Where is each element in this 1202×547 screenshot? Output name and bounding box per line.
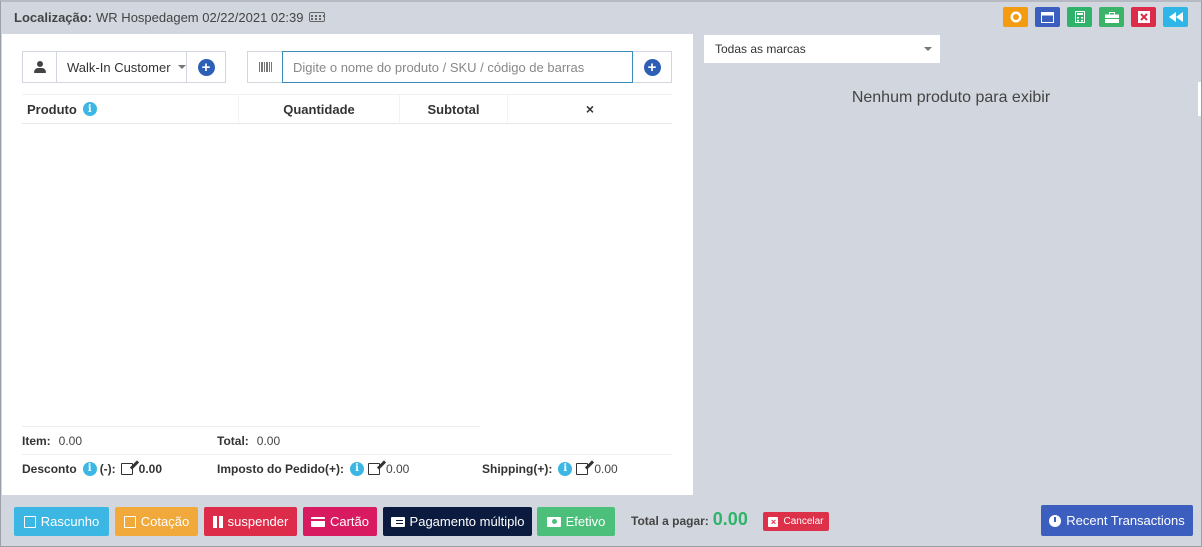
credit-card-icon — [310, 516, 325, 527]
column-product: Produto i — [22, 95, 239, 123]
plus-circle-icon: + — [643, 58, 661, 76]
customer-select-value: Walk-In Customer — [67, 59, 171, 75]
quotation-label: Cotação — [140, 514, 190, 529]
card-label: Cartão — [329, 514, 370, 529]
money-icon — [546, 516, 561, 527]
chevron-down-icon — [924, 47, 932, 51]
cancel-button[interactable]: × Cancelar — [763, 512, 829, 531]
tax-value: 0.00 — [386, 461, 410, 476]
barcode-addon — [248, 52, 282, 82]
multiple-payment-button[interactable]: Pagamento múltiplo — [383, 507, 532, 536]
add-product-button[interactable]: + — [633, 52, 671, 82]
customer-selector: Walk-In Customer + — [22, 51, 226, 83]
discount-suffix: (-): — [99, 461, 116, 476]
calculator-icon[interactable] — [1067, 7, 1092, 27]
tax-label: Imposto do Pedido(+): — [217, 461, 344, 476]
total-payable: Total a pagar: 0.00 — [631, 509, 748, 530]
adjustments-row: Desconto i (-): 0.00 Imposto do Pedido(+… — [22, 454, 672, 482]
total-payable-label: Total a pagar: — [631, 514, 709, 528]
user-icon — [33, 61, 46, 73]
draft-label: Rascunho — [40, 514, 100, 529]
location-value: WR Hospedagem 02/22/2021 02:39 — [96, 9, 304, 25]
item-label: Item: — [22, 433, 51, 448]
shipping-label: Shipping(+): — [482, 461, 553, 476]
close-icon: × — [768, 516, 779, 527]
coin-icon[interactable] — [1003, 7, 1028, 27]
cart-panel: Walk-In Customer + + Produto i Quantidad… — [2, 34, 693, 495]
suspend-label: suspender — [227, 514, 289, 529]
location-label: Localização: — [14, 9, 93, 25]
window-icon[interactable] — [1035, 7, 1060, 27]
column-subtotal: Subtotal — [400, 95, 508, 123]
barcode-icon — [258, 62, 272, 72]
brand-filter-select[interactable]: Todas as marcas — [704, 35, 940, 63]
recent-transactions-button[interactable]: Recent Transactions — [1041, 505, 1193, 536]
backward-icon[interactable] — [1163, 7, 1188, 27]
total-label: Total: — [217, 433, 249, 448]
totals-row: Item: 0.00 Total: 0.00 — [22, 426, 480, 454]
column-remove: × — [585, 101, 595, 117]
item-value: 0.00 — [58, 433, 83, 448]
add-customer-button[interactable]: + — [187, 52, 225, 82]
discount: Desconto i (-): 0.00 — [22, 461, 217, 476]
edit-shipping-icon[interactable] — [576, 462, 589, 475]
total-amount: Total: 0.00 — [217, 434, 280, 448]
product-search-input[interactable] — [282, 51, 633, 83]
column-quantity: Quantidade — [239, 95, 400, 123]
shipping-value: 0.00 — [594, 461, 618, 476]
list-icon — [390, 516, 405, 527]
info-icon[interactable]: i — [82, 102, 97, 116]
chevron-down-icon — [177, 65, 186, 69]
empty-products-message: Nenhum produto para exibir — [851, 89, 1051, 106]
edit-discount-icon[interactable] — [120, 462, 133, 475]
edit-icon — [123, 515, 136, 528]
bottom-action-bar: Rascunho Cotação suspender Cartão Pagame… — [0, 495, 1202, 547]
suspend-button[interactable]: suspender — [204, 507, 297, 536]
cart-table-header: Produto i Quantidade Subtotal × — [22, 94, 672, 124]
cancel-label: Cancelar — [783, 516, 824, 527]
scrollbar[interactable] — [1198, 82, 1201, 116]
shipping: Shipping(+): i 0.00 — [482, 461, 618, 476]
close-icon[interactable] — [1131, 7, 1156, 27]
edit-tax-icon[interactable] — [368, 462, 380, 475]
plus-circle-icon: + — [197, 58, 215, 76]
discount-label: Desconto — [22, 461, 77, 476]
info-icon[interactable]: i — [350, 461, 364, 476]
product-search-group: + — [247, 51, 672, 83]
column-product-label: Produto — [27, 101, 77, 117]
top-toolbar — [1003, 7, 1188, 27]
info-icon[interactable]: i — [558, 461, 573, 476]
info-icon[interactable]: i — [82, 461, 97, 476]
recent-transactions-label: Recent Transactions — [1066, 513, 1185, 528]
edit-icon — [23, 515, 36, 528]
multiple-payment-label: Pagamento múltiplo — [409, 514, 525, 529]
user-icon-addon — [23, 52, 57, 82]
pause-icon — [212, 515, 223, 528]
cash-button[interactable]: Efetivo — [537, 507, 615, 536]
order-tax: Imposto do Pedido(+): i 0.00 — [217, 461, 482, 476]
total-payable-value: 0.00 — [712, 509, 748, 529]
discount-value: 0.00 — [138, 461, 163, 476]
briefcase-icon[interactable] — [1099, 7, 1124, 27]
customer-select[interactable]: Walk-In Customer — [57, 52, 187, 82]
item-count: Item: 0.00 — [22, 434, 217, 448]
card-button[interactable]: Cartão — [303, 507, 377, 536]
brand-filter-value: Todas as marcas — [715, 42, 806, 56]
cash-label: Efetivo — [565, 514, 606, 529]
draft-button[interactable]: Rascunho — [14, 507, 109, 536]
total-value: 0.00 — [256, 433, 281, 448]
quotation-button[interactable]: Cotação — [115, 507, 198, 536]
clock-icon — [1049, 514, 1062, 527]
keyboard-icon[interactable] — [309, 12, 326, 22]
